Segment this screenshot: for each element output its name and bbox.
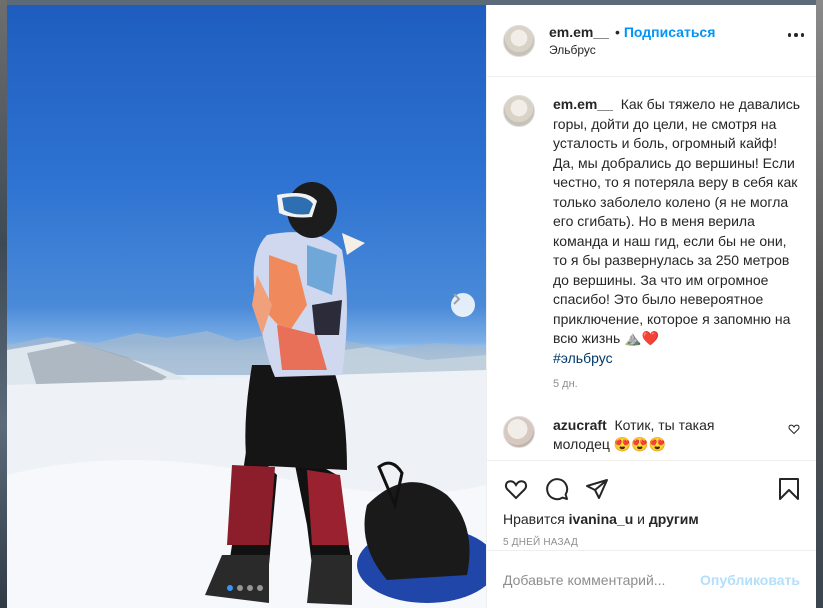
author-username[interactable]: em.em__ bbox=[549, 24, 609, 40]
caption-author[interactable]: em.em__ bbox=[553, 96, 613, 112]
caption-text: em.em__ Как бы тяжело не давались горы, … bbox=[553, 95, 801, 368]
caption: em.em__ Как бы тяжело не давались горы, … bbox=[503, 95, 800, 390]
carousel-dot bbox=[237, 585, 243, 591]
add-comment-bar: Опубликовать bbox=[487, 550, 816, 608]
author-avatar[interactable] bbox=[503, 95, 535, 127]
likes-prefix: Нравится bbox=[503, 511, 565, 527]
more-horizontal-icon bbox=[800, 33, 804, 37]
comment-author[interactable]: azucraft bbox=[553, 417, 607, 433]
comment-input[interactable] bbox=[503, 571, 701, 588]
bookmark-icon[interactable] bbox=[778, 477, 800, 501]
likes-summary: Нравится ivanina_u и другим bbox=[503, 511, 800, 527]
carousel-dots bbox=[227, 585, 263, 591]
likes-others-link[interactable]: другим bbox=[649, 511, 699, 527]
hashtag-link[interactable]: #эльбрус bbox=[553, 350, 613, 366]
follow-button[interactable]: Подписаться bbox=[624, 24, 716, 40]
separator: • bbox=[614, 24, 620, 40]
comment-text: azucraft Котик, ты такая молодец 😍😍😍 bbox=[553, 416, 753, 454]
more-horizontal-icon bbox=[794, 33, 798, 37]
publish-button[interactable]: Опубликовать bbox=[700, 572, 800, 588]
actions-bar: Нравится ivanina_u и другим 5 ДНЕЙ НАЗАД bbox=[487, 460, 816, 550]
post-modal: em.em__ • Подписаться Эльбрус em.em__ Ка… bbox=[7, 5, 816, 608]
caption-time: 5 дн. bbox=[553, 378, 578, 390]
post-photo[interactable] bbox=[7, 5, 486, 608]
carousel-next-button[interactable] bbox=[451, 293, 475, 317]
location-link[interactable]: Эльбрус bbox=[549, 43, 715, 57]
author-avatar[interactable] bbox=[503, 24, 535, 57]
post-sidebar: em.em__ • Подписаться Эльбрус em.em__ Ка… bbox=[486, 5, 816, 608]
comment-emoji: 😍😍😍 bbox=[613, 436, 667, 452]
likes-suffix: и bbox=[637, 511, 645, 527]
carousel-dot bbox=[257, 585, 263, 591]
heart-icon[interactable] bbox=[503, 477, 529, 501]
more-horizontal-icon bbox=[788, 33, 792, 37]
caption-emoji: ⛰️❤️ bbox=[624, 330, 660, 346]
mountain-scene bbox=[7, 182, 486, 608]
backdrop-right bbox=[816, 0, 823, 608]
backdrop-left bbox=[0, 0, 7, 608]
comments-section: em.em__ Как бы тяжело не давались горы, … bbox=[487, 77, 816, 460]
carousel-dot bbox=[247, 585, 253, 591]
more-options-button[interactable] bbox=[788, 33, 804, 37]
likes-user-link[interactable]: ivanina_u bbox=[569, 511, 634, 527]
post-header: em.em__ • Подписаться Эльбрус bbox=[487, 5, 816, 77]
post-date: 5 ДНЕЙ НАЗАД bbox=[503, 537, 578, 548]
caption-body: Как бы тяжело не давались горы, дойти до… bbox=[553, 96, 801, 346]
comment-icon[interactable] bbox=[545, 477, 569, 501]
heart-outline-icon[interactable] bbox=[788, 422, 800, 440]
comment-item: azucraft Котик, ты такая молодец 😍😍😍 bbox=[503, 416, 800, 454]
carousel-dot bbox=[227, 585, 233, 591]
share-icon[interactable] bbox=[585, 477, 609, 501]
commenter-avatar[interactable] bbox=[503, 416, 535, 448]
